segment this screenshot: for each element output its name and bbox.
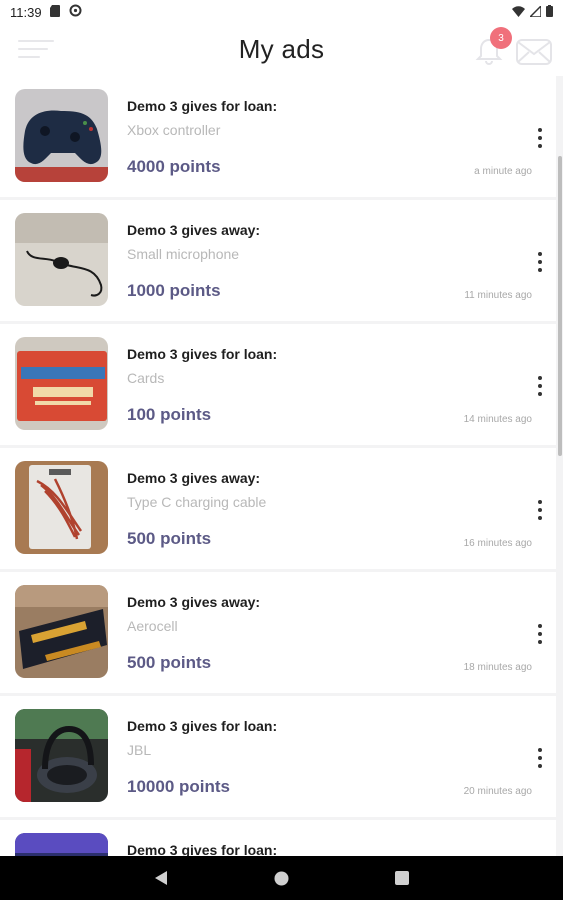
more-options-icon[interactable] — [534, 376, 546, 396]
ad-card[interactable]: Demo 3 gives for loan: Cards 100 points … — [0, 324, 556, 445]
ad-card[interactable]: Demo 3 gives for loan: — [0, 820, 556, 856]
ad-headline: Demo 3 gives for loan: — [127, 98, 278, 114]
ads-list[interactable]: Demo 3 gives for loan: Xbox controller 4… — [0, 76, 563, 856]
battery-icon — [546, 4, 553, 20]
system-nav-bar — [0, 856, 563, 900]
sd-card-icon — [49, 4, 61, 20]
ad-thumbnail — [15, 89, 108, 182]
recents-icon[interactable] — [395, 871, 409, 890]
mail-icon[interactable] — [516, 39, 552, 65]
more-options-icon[interactable] — [534, 252, 546, 272]
status-bar: 11:39 — [0, 0, 563, 24]
ad-timestamp: a minute ago — [474, 166, 532, 177]
ad-timestamp: 11 minutes ago — [464, 290, 532, 301]
ad-item-name: Small microphone — [127, 246, 240, 262]
ad-timestamp: 14 minutes ago — [463, 414, 532, 425]
ad-timestamp: 20 minutes ago — [463, 786, 532, 797]
ad-headline: Demo 3 gives away: — [127, 594, 261, 610]
ad-points: 4000 points — [127, 157, 221, 176]
ad-thumbnail — [15, 461, 108, 554]
ad-points: 100 points — [127, 405, 212, 424]
wifi-icon — [512, 5, 525, 20]
status-time: 11:39 — [10, 4, 42, 20]
ad-headline: Demo 3 gives away: — [127, 222, 261, 238]
ad-card[interactable]: Demo 3 gives away: Small microphone 1000… — [0, 200, 556, 321]
ad-item-name: JBL — [127, 742, 152, 758]
ad-thumbnail — [15, 709, 108, 802]
ad-timestamp: 18 minutes ago — [463, 662, 532, 673]
ad-item-name: Type C charging cable — [127, 494, 267, 510]
ad-thumbnail — [15, 585, 108, 678]
scrollbar[interactable] — [558, 156, 562, 456]
ad-card[interactable]: Demo 3 gives for loan: Xbox controller 4… — [0, 76, 556, 197]
ad-headline: Demo 3 gives away: — [127, 470, 261, 486]
app-bar: My ads 3 — [0, 24, 563, 76]
ad-points: 1000 points — [127, 281, 221, 300]
ad-headline: Demo 3 gives for loan: — [127, 718, 278, 734]
ad-item-name: Aerocell — [127, 618, 178, 634]
ad-headline: Demo 3 gives for loan: — [127, 346, 278, 362]
notification-badge: 3 — [490, 27, 512, 49]
more-options-icon[interactable] — [534, 624, 546, 644]
ad-card[interactable]: Demo 3 gives for loan: JBL 10000 points … — [0, 696, 556, 817]
home-icon[interactable] — [274, 871, 289, 891]
signal-icon — [528, 3, 542, 20]
sync-icon — [69, 4, 82, 20]
ad-item-name: Cards — [127, 370, 165, 386]
ad-headline: Demo 3 gives for loan: — [127, 842, 278, 856]
ad-points: 500 points — [127, 653, 212, 672]
back-icon[interactable] — [154, 870, 168, 891]
more-options-icon[interactable] — [534, 500, 546, 520]
ad-thumbnail — [15, 213, 108, 306]
ad-points: 500 points — [127, 529, 212, 548]
ad-card[interactable]: Demo 3 gives away: Aerocell 500 points 1… — [0, 572, 556, 693]
ad-item-name: Xbox controller — [127, 122, 221, 138]
more-options-icon[interactable] — [534, 748, 546, 768]
more-options-icon[interactable] — [534, 128, 546, 148]
ad-thumbnail — [15, 833, 108, 856]
ad-card[interactable]: Demo 3 gives away: Type C charging cable… — [0, 448, 556, 569]
ad-timestamp: 16 minutes ago — [463, 538, 532, 549]
ad-thumbnail — [15, 337, 108, 430]
ad-points: 10000 points — [127, 777, 230, 796]
